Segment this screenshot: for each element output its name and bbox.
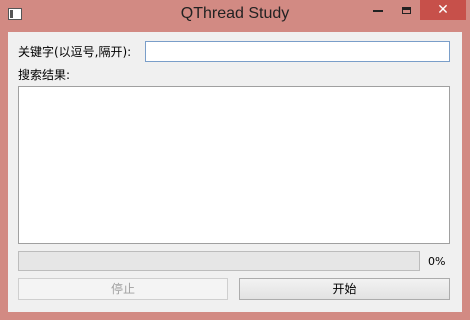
start-button[interactable]: 开始	[239, 278, 450, 300]
results-label: 搜索结果:	[18, 68, 71, 82]
minimize-icon	[373, 10, 383, 12]
progress-bar	[18, 251, 420, 271]
close-button[interactable]: ✕	[420, 0, 466, 20]
maximize-button[interactable]	[392, 0, 420, 20]
minimize-button[interactable]	[364, 0, 392, 20]
client-area: 关键字(以逗号,隔开): 搜索结果: 0% 停止 开始	[8, 32, 462, 312]
close-icon: ✕	[437, 2, 449, 18]
stop-button[interactable]: 停止	[18, 278, 228, 300]
results-textarea[interactable]	[18, 86, 450, 244]
maximize-icon	[401, 6, 411, 14]
keyword-label: 关键字(以逗号,隔开):	[18, 45, 132, 59]
title-bar[interactable]: QThread Study ✕	[0, 0, 470, 32]
keyword-input[interactable]	[145, 41, 450, 62]
app-window: QThread Study ✕ 关键字(以逗号,隔开): 搜索结果: 0% 停止…	[0, 0, 470, 320]
progress-text: 0%	[428, 255, 446, 268]
